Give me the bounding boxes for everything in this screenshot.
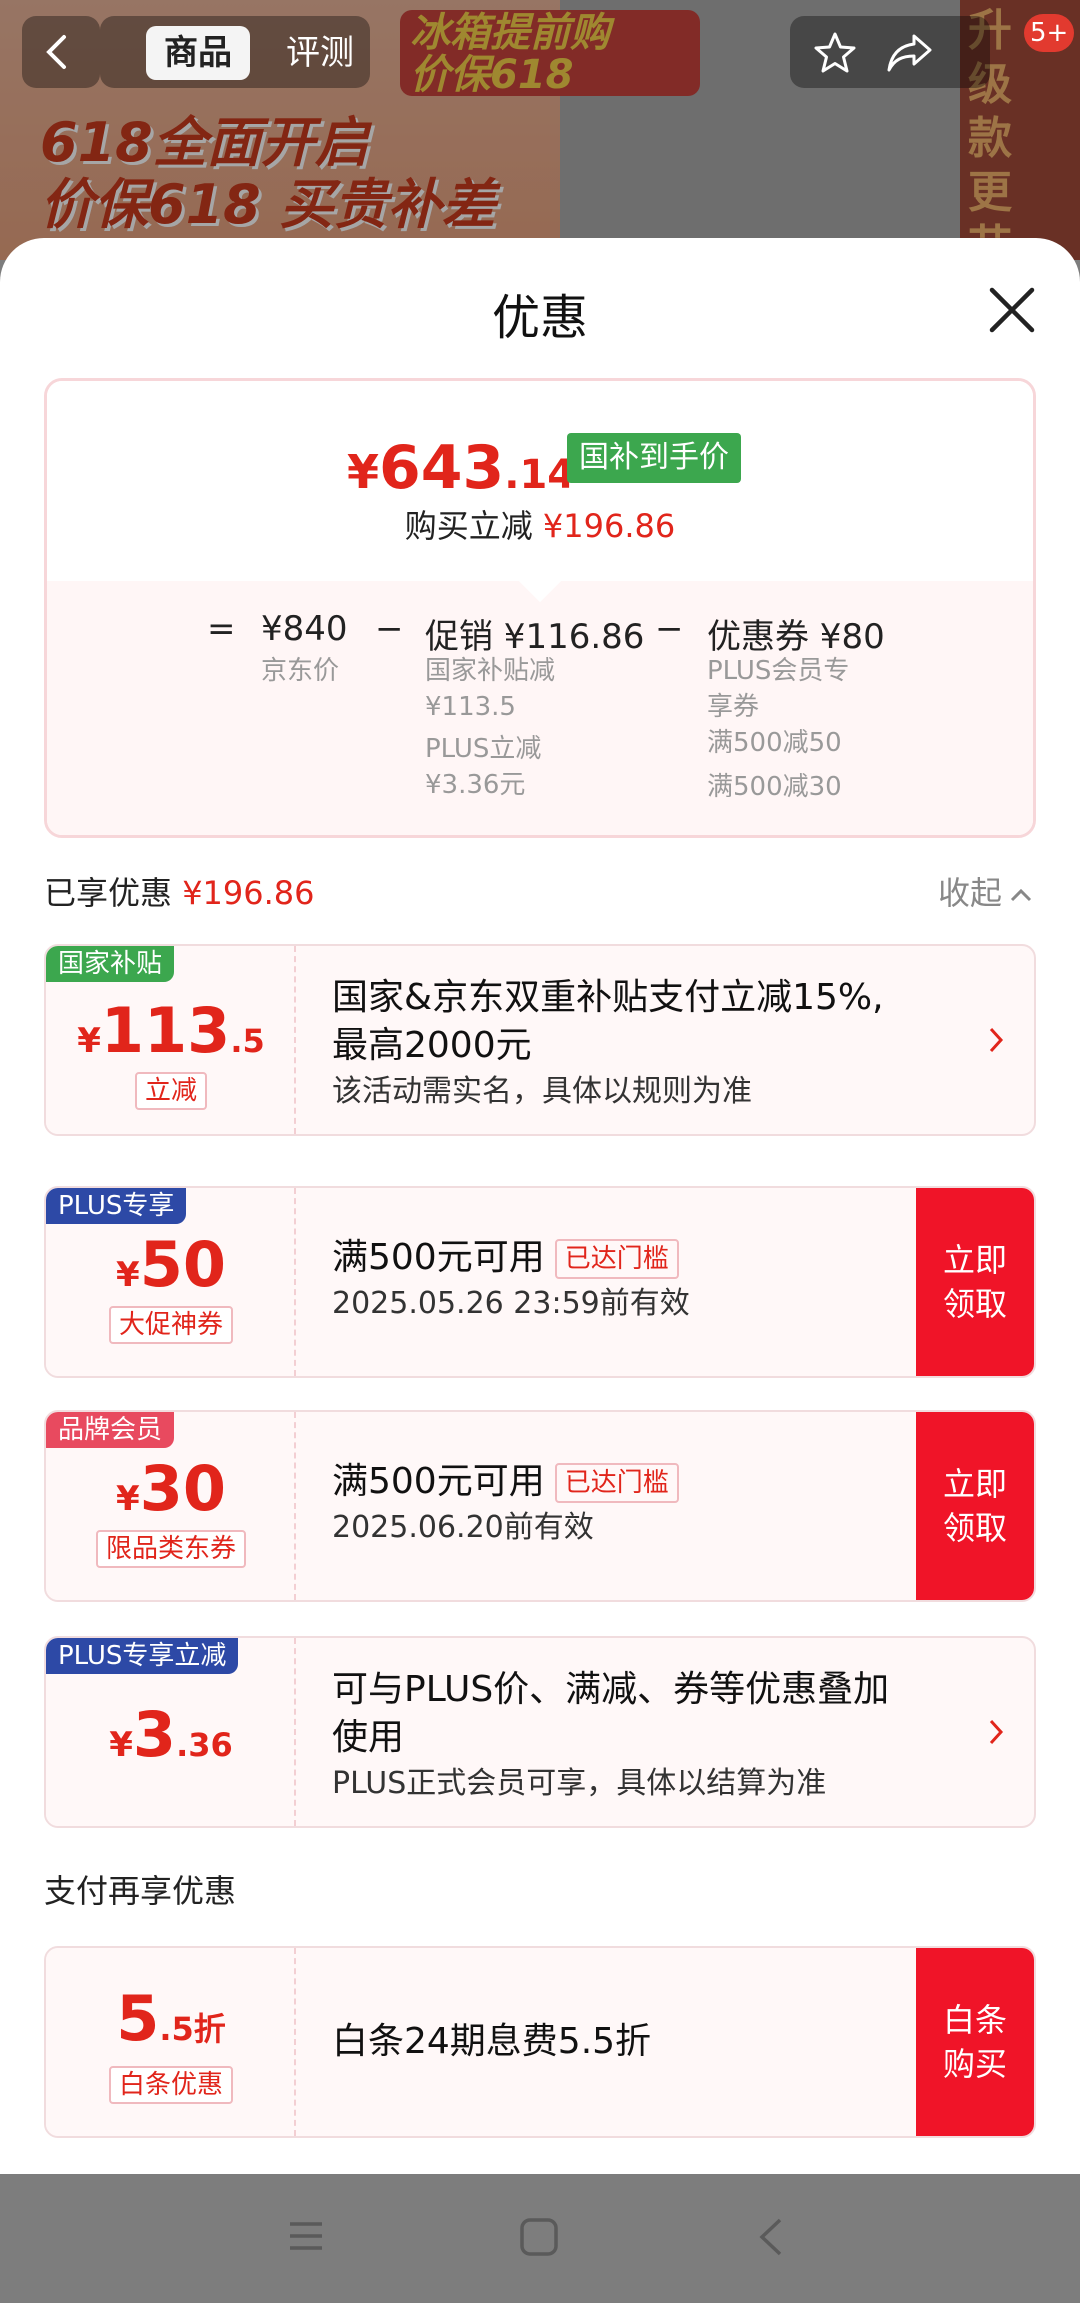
card-arrow[interactable] <box>988 946 1004 1134</box>
promo-sub1: 国家补贴减 <box>425 656 556 686</box>
pay-discount-header: 支付再享优惠 <box>44 1872 237 1910</box>
minus-sign: − <box>375 609 404 649</box>
card-corner-label: 品牌会员 <box>46 1412 175 1448</box>
tabs: 商品 评测 <box>100 16 370 88</box>
card-tag: 大促神券 <box>46 1306 296 1344</box>
claim-button[interactable]: 立即 领取 <box>916 1412 1034 1600</box>
card-text: 白条24期息费5.5折 <box>332 2021 652 2062</box>
base-price: ¥840 <box>261 609 348 649</box>
top-nav-bar: 商品 评测 5+ <box>0 10 1080 90</box>
chevron-up-icon <box>1010 888 1032 902</box>
card-corner-label: 国家补贴 <box>46 946 175 982</box>
coupon-card: PLUS专享 ¥50 大促神券 满500元可用 已达门槛 2025.05.26 2… <box>44 1186 1036 1378</box>
menu-icon[interactable] <box>286 2216 326 2256</box>
base-price-label: 京东价 <box>261 656 340 686</box>
price-summary: ¥643.14 国补到手价 购买立减 ¥196.86 = ¥840 京东价 − … <box>44 378 1036 838</box>
card-tag: 限品类东券 <box>46 1530 296 1568</box>
coupon-card: 品牌会员 ¥30 限品类东券 满500元可用 已达门槛 2025.06.20前有效… <box>44 1410 1036 1602</box>
back-arrow-icon <box>46 35 66 69</box>
promo-amount: 促销 ¥116.86 <box>425 617 645 657</box>
tab-review[interactable]: 评测 <box>270 26 370 80</box>
card-amount-area: 5.5折 白条优惠 <box>46 1948 296 2136</box>
threshold-reached-tag: 已达门槛 <box>554 1239 679 1279</box>
card-corner-label: PLUS专享 <box>46 1188 187 1224</box>
promo-sub2: PLUS立减 <box>425 734 542 764</box>
card-amount-area: PLUS专享立减 ¥3.36 <box>46 1638 296 1826</box>
enjoyed-discount-header: 已享优惠 ¥196.86 <box>44 874 315 912</box>
back-button[interactable] <box>22 16 100 88</box>
coupon-sub2: 满500减50 <box>707 728 842 758</box>
right-actions <box>790 16 990 88</box>
equals-sign: = <box>207 609 236 649</box>
back-icon[interactable] <box>756 2216 786 2258</box>
card-amount: ¥3.36 <box>109 1698 233 1771</box>
discount-sheet: 优惠 ¥643.14 国补到手价 购买立减 ¥196.86 = ¥840 京东价… <box>0 238 1080 2174</box>
chevron-right-icon <box>989 1719 1004 1745</box>
card-corner-label: PLUS专享立减 <box>46 1638 239 1674</box>
card-amount-area: PLUS专享 ¥50 大促神券 <box>46 1188 296 1376</box>
card-text: 满500元可用 已达门槛 2025.06.20前有效 <box>332 1458 992 1550</box>
card-amount: ¥30 <box>116 1452 226 1525</box>
chevron-right-icon <box>989 1027 1004 1053</box>
tab-product[interactable]: 商品 <box>146 26 250 80</box>
promo-sub1-value: ¥113.5 <box>425 692 516 722</box>
card-amount: ¥50 <box>116 1228 226 1301</box>
subsidy-card[interactable]: 国家补贴 ¥113.5 立减 国家&京东双重补贴支付立减15%, 最高2000元… <box>44 944 1036 1136</box>
coupon-sub1b: 享券 <box>707 692 760 722</box>
card-amount-area: 国家补贴 ¥113.5 立减 <box>46 946 296 1134</box>
card-amount: 5.5折 <box>116 1982 226 2055</box>
card-arrow[interactable] <box>988 1638 1004 1826</box>
final-price: ¥643.14 <box>347 433 576 503</box>
card-amount: ¥113.5 <box>77 994 265 1067</box>
coupon-sub3: 满500减30 <box>707 772 842 802</box>
home-icon[interactable] <box>518 2216 560 2258</box>
notification-badge[interactable]: 5+ <box>1024 14 1075 52</box>
card-text: 国家&京东双重补贴支付立减15%, 最高2000元 该活动需实名，具体以规则为准 <box>332 977 884 1109</box>
card-tag: 立减 <box>46 1072 296 1110</box>
collapse-button[interactable]: 收起 <box>938 868 1032 914</box>
baitiao-card: 5.5折 白条优惠 白条24期息费5.5折 白条 购买 <box>44 1946 1036 2138</box>
minus-sign: − <box>655 609 684 649</box>
threshold-reached-tag: 已达门槛 <box>554 1463 679 1503</box>
promo-sub2-value: ¥3.36元 <box>425 770 526 800</box>
claim-button[interactable]: 立即 领取 <box>916 1188 1034 1376</box>
card-text: 满500元可用 已达门槛 2025.05.26 23:59前有效 <box>332 1237 690 1321</box>
final-price-label: 国补到手价 <box>567 433 741 483</box>
saved-line: 购买立减 ¥196.86 <box>404 507 676 545</box>
share-icon[interactable] <box>884 30 936 76</box>
card-amount-area: 品牌会员 ¥30 限品类东券 <box>46 1412 296 1600</box>
plus-discount-card[interactable]: PLUS专享立减 ¥3.36 可与PLUS价、满减、券等优惠叠加 使用 PLUS… <box>44 1636 1036 1828</box>
coupon-sub1: PLUS会员专 <box>707 656 850 686</box>
sheet-title: 优惠 <box>491 290 588 346</box>
system-nav-bar <box>0 2174 1080 2303</box>
card-tag: 白条优惠 <box>46 2066 296 2104</box>
favorite-star-icon[interactable] <box>812 30 858 76</box>
coupon-amount: 优惠券 ¥80 <box>707 617 885 657</box>
close-icon[interactable] <box>984 282 1040 338</box>
baitiao-buy-button[interactable]: 白条 购买 <box>916 1948 1034 2136</box>
card-text: 可与PLUS价、满减、券等优惠叠加 使用 PLUS正式会员可享，具体以结算为准 <box>332 1669 890 1801</box>
